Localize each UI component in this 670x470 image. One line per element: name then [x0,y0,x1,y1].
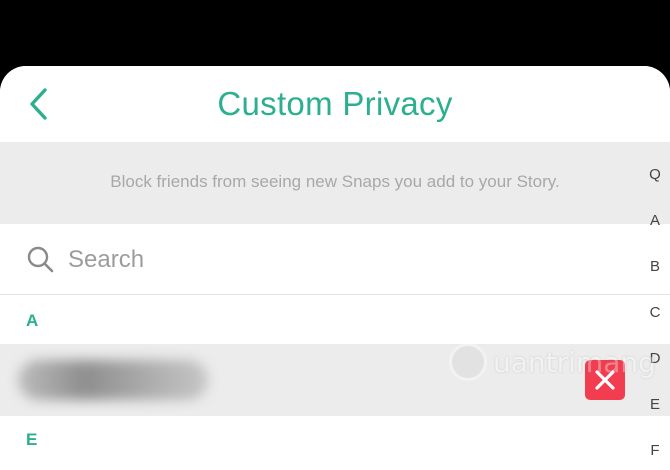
friend-row[interactable] [0,344,670,416]
info-banner: Block friends from seeing new Snaps you … [0,142,670,224]
search-input[interactable] [66,240,590,280]
blurred-friend-name [18,360,208,400]
index-letter-q[interactable]: Q [640,166,670,183]
close-icon [595,370,615,390]
index-letter-a[interactable]: A [640,212,670,229]
header-bar: Custom Privacy [0,66,670,142]
index-letter-b[interactable]: B [640,258,670,275]
search-icon [26,245,56,275]
page-title: Custom Privacy [217,85,453,122]
remove-friend-button[interactable] [585,360,625,400]
chevron-left-icon [30,88,47,120]
index-letter-e[interactable]: E [640,396,670,413]
back-button[interactable] [18,84,58,124]
section-header-a: A [26,311,39,330]
privacy-sheet: Custom Privacy Block friends from seeing… [0,66,670,470]
index-letter-d[interactable]: D [640,350,670,367]
section-header-e: E [26,430,38,449]
info-text: Block friends from seeing new Snaps you … [110,172,560,191]
index-letter-c[interactable]: C [640,304,670,321]
alphabet-index[interactable]: Q A B C D E F [640,158,670,470]
search-bar[interactable] [0,224,670,295]
index-letter-f[interactable]: F [640,442,670,459]
